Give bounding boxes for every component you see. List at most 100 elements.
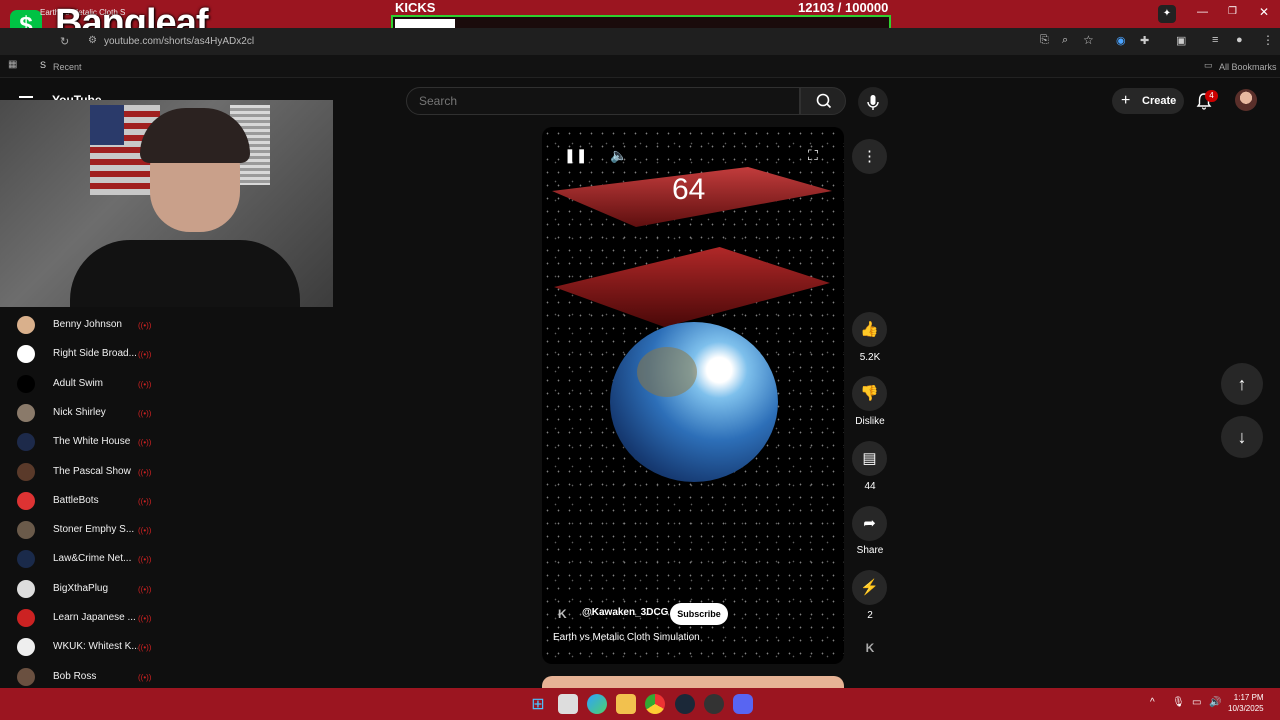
search-button[interactable] (800, 87, 846, 115)
kicks-count: 12103 / 100000 (798, 0, 889, 15)
comments-button[interactable]: ▤ (852, 441, 887, 476)
tray-chevron-icon[interactable]: ^ (1150, 697, 1155, 708)
more-options-button[interactable]: ⋮ (852, 139, 887, 174)
audio-channel-icon[interactable]: K (862, 641, 878, 657)
bookmark-recent[interactable]: Recent (53, 62, 82, 72)
subscription-name: Law&Crime Net... (53, 553, 132, 565)
browser-menu-icon[interactable]: ⋮ (1262, 33, 1274, 47)
subscription-name: BigXthaPlug (53, 582, 109, 594)
subscription-name: The White House (53, 436, 131, 448)
channel-name[interactable]: @Kawaken_3DCG (582, 607, 668, 618)
extension-icon[interactable]: ◉ (1116, 34, 1126, 47)
all-bookmarks[interactable]: All Bookmarks (1219, 62, 1277, 72)
steam-icon[interactable] (675, 694, 695, 714)
share-arrow-icon: ➦ (863, 515, 876, 532)
bookmark-star-icon[interactable]: ☆ (1083, 33, 1094, 47)
share-button[interactable]: ➦ (852, 506, 887, 541)
profile-icon[interactable]: ● (1236, 34, 1243, 46)
live-indicator-icon: ((•)) (138, 467, 152, 477)
close-icon[interactable]: ✕ (1259, 5, 1269, 19)
sidepanel-icon[interactable]: ▣ (1176, 34, 1186, 47)
remix-button[interactable]: ⚡ (852, 570, 887, 605)
url-field[interactable]: youtube.com/shorts/as4HyADx2cl (104, 36, 254, 47)
maximize-icon[interactable]: ❐ (1228, 6, 1237, 17)
bookmarks-bar (0, 55, 1280, 78)
channel-logo-icon[interactable]: K (558, 607, 567, 621)
extensions-puzzle-icon[interactable]: ✚ (1140, 34, 1149, 47)
subscription-name: WKUK: Whitest K... (53, 641, 138, 653)
minimize-icon[interactable]: — (1197, 6, 1208, 18)
sidebar-subscription-item[interactable]: Nick Shirley ((•)) (0, 399, 180, 428)
search-input[interactable] (407, 88, 801, 114)
arrow-down-icon: ↓ (1237, 427, 1247, 447)
sidebar-subscription-item[interactable]: Right Side Broad... ((•)) (0, 340, 180, 369)
reload-icon[interactable]: ↻ (60, 35, 69, 48)
next-short-preview[interactable] (542, 676, 844, 688)
volume-icon[interactable]: 🔈 (610, 147, 627, 164)
sidebar-subscription-item[interactable]: The White House ((•)) (0, 428, 180, 457)
sidebar-subscription-item[interactable]: Learn Japanese ... ((•)) (0, 604, 180, 633)
voice-search-button[interactable] (858, 87, 888, 117)
sidebar-subscription-item[interactable]: Stoner Emphy S... ((•)) (0, 516, 180, 545)
discord-icon[interactable] (733, 694, 753, 714)
create-button[interactable]: + Create (1112, 88, 1184, 114)
comment-count: 44 (864, 481, 876, 492)
windows-start-icon[interactable]: ⊞ (528, 694, 548, 714)
task-view-icon[interactable] (558, 694, 578, 714)
tray-volume-icon[interactable]: 🔊 (1209, 697, 1221, 708)
more-vertical-icon: ⋮ (862, 148, 877, 165)
tray-network-icon[interactable]: ▭ (1192, 697, 1201, 708)
obs-icon[interactable] (704, 694, 724, 714)
sidebar-subscription-item[interactable]: Benny Johnson ((•)) (0, 311, 180, 340)
subscription-name: Learn Japanese ... (53, 612, 136, 623)
clock-date: 10/3/2025 (1228, 704, 1264, 713)
streamer-body (70, 240, 300, 307)
previous-short-button[interactable]: ↑ (1221, 363, 1263, 405)
fullscreen-icon[interactable]: ⛶ (808, 147, 818, 164)
extension-icon[interactable]: ✦ (1158, 5, 1176, 23)
thumbs-up-icon: 👍 (860, 321, 879, 338)
folder-icon: ▭ (1204, 60, 1213, 70)
tray-mic-icon[interactable]: 🎙 (1172, 697, 1185, 708)
sidebar-subscription-item[interactable]: Adult Swim ((•)) (0, 370, 180, 399)
sidebar-subscription-item[interactable]: BigXthaPlug ((•)) (0, 575, 180, 604)
channel-avatar (17, 491, 35, 510)
dislike-button[interactable]: 👎 (852, 376, 887, 411)
subscribe-button[interactable]: Subscribe (670, 603, 728, 625)
apps-grid-icon[interactable]: ▦ (8, 59, 17, 70)
shorts-player[interactable]: 64 ❚❚ 🔈 ⛶ K @Kawaken_3DCG Subscribe Eart… (542, 127, 844, 664)
subscription-name: Benny Johnson (53, 319, 122, 330)
channel-avatar (17, 374, 35, 393)
file-explorer-icon[interactable] (616, 694, 636, 714)
sidebar-subscription-item[interactable]: Law&Crime Net... ((•)) (0, 545, 180, 574)
install-app-icon[interactable]: ⎘ (1040, 34, 1049, 47)
sidebar-subscription-item[interactable]: The Pascal Show ((•)) (0, 458, 180, 487)
like-button[interactable]: 👍 (852, 312, 887, 347)
bookmark-s-icon: S (40, 60, 47, 70)
chrome-icon[interactable] (645, 694, 665, 714)
clock-time: 1:17 PM (1233, 693, 1264, 702)
next-short-button[interactable]: ↓ (1221, 416, 1263, 458)
channel-avatar (17, 316, 35, 334)
sidebar-subscription-item[interactable]: WKUK: Whitest K... ((•)) (0, 633, 180, 662)
channel-avatar (17, 433, 35, 452)
video-title[interactable]: Earth vs Metalic Cloth Simulation (553, 632, 700, 643)
sidebar-subscription-item[interactable]: BattleBots ((•)) (0, 487, 180, 516)
live-indicator-icon: ((•)) (138, 496, 152, 506)
windows-taskbar (0, 688, 1280, 720)
subscription-name: BattleBots (53, 494, 99, 506)
live-indicator-icon: ((•)) (138, 379, 152, 389)
zoom-icon[interactable]: ⌕ (1062, 34, 1068, 47)
search-box (406, 87, 801, 115)
pause-icon[interactable]: ❚❚ (564, 147, 587, 164)
account-avatar[interactable] (1235, 89, 1257, 111)
subscription-name: Adult Swim (53, 377, 104, 389)
live-indicator-icon: ((•)) (138, 643, 152, 653)
edge-icon[interactable] (587, 694, 607, 714)
media-icon[interactable]: ≡ (1212, 34, 1218, 46)
earth-landmass (637, 347, 697, 397)
taskbar-clock[interactable]: 1:17 PM 10/3/2025 (1228, 692, 1264, 714)
site-info-icon[interactable]: ⚙ (88, 35, 97, 46)
live-indicator-icon: ((•)) (138, 672, 152, 682)
microphone-icon (867, 95, 879, 110)
